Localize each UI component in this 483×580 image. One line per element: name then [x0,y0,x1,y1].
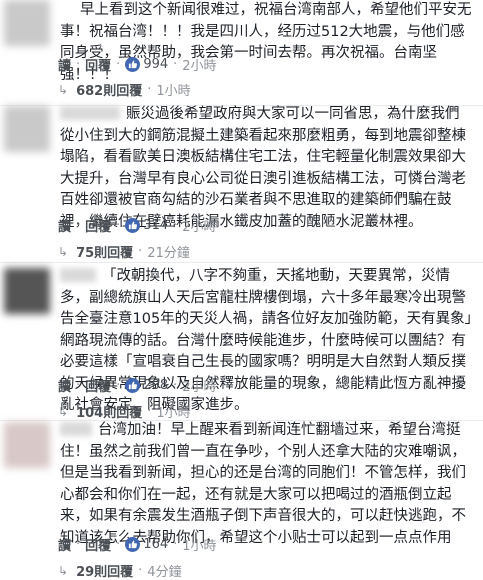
like-count[interactable]: 208 [143,378,168,393]
separator: · [173,218,178,233]
separator: · [76,378,81,393]
separator: · [116,537,121,552]
separator: · [147,404,152,419]
replies-timestamp: 1小時 [156,406,191,421]
view-replies-link[interactable]: ↳ 682則回覆 · 1小時 [58,80,191,99]
comment-actions: 讀 · 回覆 · 164 · 1小時 [58,535,217,554]
separator: · [116,218,121,233]
reply-count: 75則回覆 [76,246,134,261]
replies-timestamp: 1小時 [156,84,191,99]
separator: · [76,537,81,552]
reply-arrow-icon: ↳ [58,563,69,578]
avatar[interactable] [4,422,50,468]
avatar[interactable] [4,268,50,314]
like-count[interactable]: 164 [143,537,168,552]
reply-link[interactable]: 回覆 [85,376,111,395]
replies-timestamp: 21分鐘 [147,246,190,261]
separator: · [116,57,121,72]
comment-text: 賑災過後希望政府與大家可以一同省思，為什麼我們從小住到大的鋼筋混擬土建築看起來那… [60,104,472,233]
comment-body: 賑災過後希望政府與大家可以一同省思，為什麼我們從小住到大的鋼筋混擬土建築看起來那… [60,106,466,230]
separator: · [173,57,178,72]
thumbs-up-icon[interactable] [125,537,141,552]
divider [0,262,483,263]
avatar[interactable] [4,106,50,152]
avatar[interactable] [4,0,50,46]
like-count[interactable]: 994 [143,57,168,72]
reply-arrow-icon: ↳ [58,82,69,97]
reply-link[interactable]: 回覆 [85,535,111,554]
author-name[interactable] [60,106,120,120]
comment-actions: 讀 · 回覆 · 208 · 2小時 [58,376,217,395]
separator: · [116,378,121,393]
comment-actions: 讀 · 回覆 · 314 · 2小時 [58,216,217,235]
reply-count: 104則回覆 [76,406,143,421]
comment-actions: 讀 · 回覆 · 994 · 2小時 [58,55,217,74]
like-count[interactable]: 314 [143,218,168,233]
reply-link[interactable]: 回覆 [85,216,111,235]
timestamp[interactable]: 2小時 [182,55,216,74]
like-link[interactable]: 讀 [58,55,71,74]
author-name[interactable] [60,268,96,282]
reply-link[interactable]: 回覆 [85,55,111,74]
thumbs-up-icon[interactable] [125,218,141,233]
comment-text: 台湾加油！早上醒来看到新闻连忙翻墙过来，希望台湾挺住！虽然之前我们曾一直在争吵，… [60,420,472,549]
reply-arrow-icon: ↳ [58,244,69,259]
separator: · [138,563,143,578]
comment-body: 台湾加油！早上醒来看到新闻连忙翻墙过来，希望台湾挺住！虽然之前我们曾一直在争吵，… [60,422,466,546]
like-link[interactable]: 讀 [58,376,71,395]
reply-arrow-icon: ↳ [58,404,69,419]
separator: · [76,57,81,72]
reply-count: 682則回覆 [76,84,143,99]
thumbs-up-icon[interactable] [125,57,141,72]
like-link[interactable]: 讀 [58,216,71,235]
reply-count: 29則回覆 [76,565,134,580]
separator: · [173,537,178,552]
separator: · [147,82,152,97]
view-replies-link[interactable]: ↳ 75則回覆 · 21分鐘 [58,242,190,261]
timestamp[interactable]: 2小時 [182,376,216,395]
timestamp[interactable]: 2小時 [182,216,216,235]
author-name[interactable] [60,422,92,436]
view-replies-link[interactable]: ↳ 29則回覆 · 4分鐘 [58,561,182,580]
like-link[interactable]: 讀 [58,535,71,554]
separator: · [173,378,178,393]
separator: · [76,218,81,233]
timestamp[interactable]: 1小時 [182,535,216,554]
thumbs-up-icon[interactable] [125,378,141,393]
replies-timestamp: 4分鐘 [147,565,182,580]
separator: · [138,244,143,259]
view-replies-link[interactable]: ↳ 104則回覆 · 1小時 [58,402,191,421]
